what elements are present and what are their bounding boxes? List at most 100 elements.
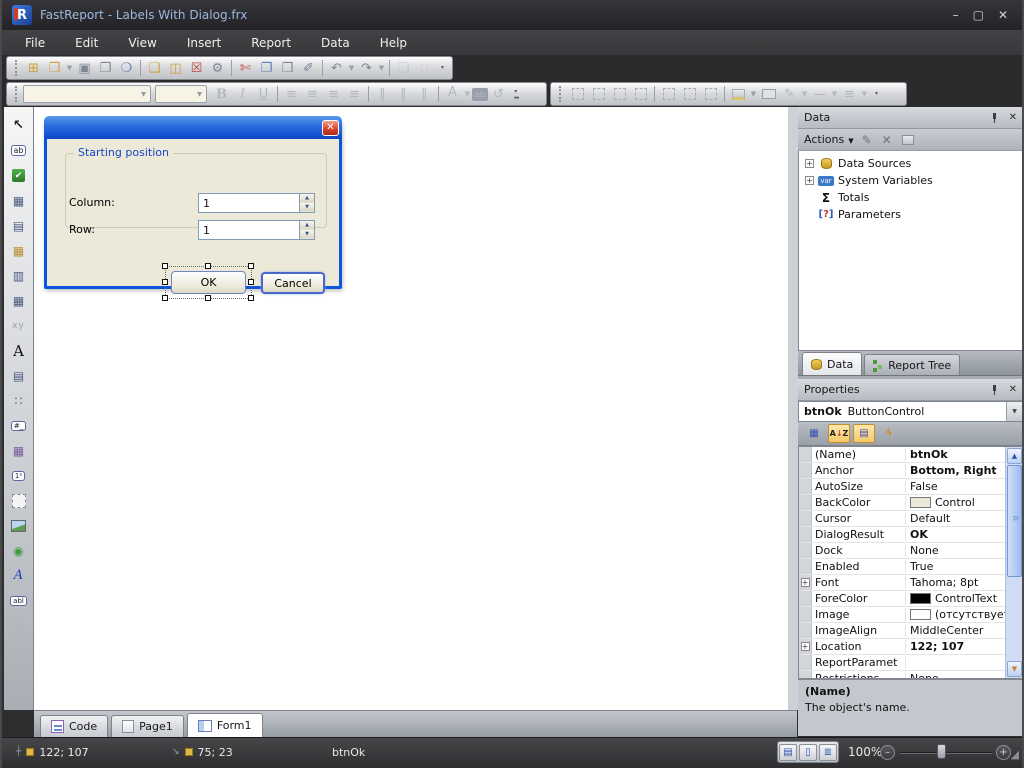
datagrid-control-tool[interactable]: ▦ [8, 238, 30, 263]
property-row-name[interactable]: (Name)btnOk [799, 447, 1022, 463]
copy-icon[interactable]: ❐ [256, 58, 277, 78]
tab-data[interactable]: Data [802, 352, 862, 375]
tab-code[interactable]: Code [40, 715, 108, 737]
property-row-imagealign[interactable]: ImageAlignMiddleCenter [799, 623, 1022, 639]
ungroup-icon[interactable]: ∷ [414, 58, 435, 78]
delete-page-icon[interactable]: ☒ [186, 58, 207, 78]
tree-item-system-variables[interactable]: +varSystem Variables [799, 172, 1022, 189]
actions-menu-button[interactable]: Actions [804, 133, 844, 146]
maskedtextbox-control-tool[interactable]: #_ [8, 413, 30, 438]
chevron-down-icon[interactable]: ▼ [860, 90, 869, 98]
spin-down-icon[interactable]: ▼ [300, 203, 314, 212]
resize-grip-icon[interactable]: ◢ [1011, 748, 1019, 761]
expand-icon[interactable]: + [801, 578, 810, 587]
row-spinner[interactable]: 1▲▼ [198, 220, 315, 240]
pin-icon[interactable] [990, 385, 999, 394]
close-icon[interactable]: ✕ [1009, 112, 1017, 123]
edit-control-tool[interactable]: abl [8, 588, 30, 613]
outline-border-icon[interactable] [658, 84, 679, 104]
tab-page1[interactable]: Page1 [111, 715, 184, 737]
tree-item-totals[interactable]: +ΣTotals [799, 189, 1022, 206]
chevron-down-icon[interactable]: ▼ [800, 90, 809, 98]
events-view-button[interactable]: ϟ [878, 424, 900, 443]
font-color-icon[interactable]: A [442, 84, 463, 104]
checkedlistbox-control-tool[interactable]: ∷ [8, 388, 30, 413]
toolbar-grip[interactable] [559, 86, 562, 102]
property-row-dock[interactable]: DockNone [799, 543, 1022, 559]
border-properties-icon[interactable] [700, 84, 721, 104]
menu-file[interactable]: File [10, 32, 60, 54]
object-selector-combo[interactable]: btnOk ButtonControl ▼ [798, 401, 1023, 422]
format-painter-icon[interactable]: ✐ [298, 58, 319, 78]
selection-handle[interactable] [162, 263, 168, 269]
canvas-scrollbar[interactable] [788, 107, 798, 710]
font-size-combo[interactable]: ▼ [155, 85, 207, 103]
spin-up-icon[interactable]: ▲ [300, 221, 314, 230]
label-control-tool[interactable]: A [8, 338, 30, 363]
alphabetical-sort-button[interactable]: A↓Z [828, 424, 850, 443]
edit-icon[interactable]: ✎ [862, 133, 872, 147]
align-left-icon[interactable]: ≡ [281, 84, 302, 104]
properties-view-button[interactable]: ▤ [853, 424, 875, 443]
pin-icon[interactable] [990, 113, 999, 122]
categorized-view-button[interactable]: ▦ [803, 424, 825, 443]
all-borders-icon[interactable] [567, 84, 588, 104]
toolbar-grip[interactable] [15, 86, 18, 102]
chevron-down-icon[interactable]: ▼ [749, 90, 758, 98]
selection-handle[interactable] [162, 295, 168, 301]
cancel-button-control[interactable]: Cancel [261, 272, 325, 294]
property-row-restrictions[interactable]: RestrictionsNone [799, 671, 1022, 679]
property-row-forecolor[interactable]: ForeColorControlText [799, 591, 1022, 607]
toolbar-grip[interactable] [15, 60, 18, 76]
zoom-out-button[interactable]: – [880, 745, 895, 760]
property-row-reportparamet[interactable]: ReportParamet [799, 655, 1022, 671]
line-width-icon[interactable]: ≡ [839, 84, 860, 104]
selection-handle[interactable] [248, 295, 254, 301]
italic-icon[interactable]: I [232, 84, 253, 104]
new-dialog-icon[interactable]: ◫ [165, 58, 186, 78]
tree-item-parameters[interactable]: +[?]Parameters [799, 206, 1022, 223]
font-name-combo[interactable]: ▼ [23, 85, 151, 103]
bottom-border-icon[interactable] [609, 84, 630, 104]
valign-top-icon[interactable]: ∥ [372, 84, 393, 104]
group-icon[interactable]: ❏ [393, 58, 414, 78]
zoom-slider-thumb[interactable] [937, 744, 946, 759]
combobox-control-tool[interactable]: ▤ [8, 213, 30, 238]
listview-control-tool[interactable]: ▤ [8, 363, 30, 388]
starting-position-groupbox[interactable]: Starting position [65, 153, 327, 228]
selection-handle[interactable] [205, 263, 211, 269]
textbox-control-tool[interactable]: ab [8, 138, 30, 163]
minimize-button[interactable]: – [953, 8, 959, 22]
chevron-down-icon[interactable]: ▼ [347, 64, 356, 72]
selection-handle[interactable] [248, 279, 254, 285]
property-row-font[interactable]: +FontTahoma; 8pt [799, 575, 1022, 591]
spinner-buttons[interactable]: ▲▼ [299, 221, 314, 239]
menu-insert[interactable]: Insert [172, 32, 236, 54]
designed-dialog-form[interactable]: ✕ Starting position Column:1▲▼Row:1▲▼ OK… [44, 119, 342, 289]
menu-data[interactable]: Data [306, 32, 365, 54]
chevron-down-icon[interactable]: ▼ [848, 137, 853, 145]
chevron-down-icon[interactable]: ▼ [193, 86, 206, 102]
property-row-cursor[interactable]: CursorDefault [799, 511, 1022, 527]
expand-icon[interactable]: + [801, 642, 810, 651]
checkbox-control-tool[interactable]: ✔ [8, 163, 30, 188]
monthcalendar-control-tool[interactable]: ▦ [8, 438, 30, 463]
view-mode-continuous-button[interactable]: ▯ [799, 744, 817, 761]
view-mode-facing-button[interactable]: ≣ [819, 744, 837, 761]
expand-icon[interactable]: + [805, 159, 814, 168]
menu-view[interactable]: View [113, 32, 171, 54]
zoom-slider-track[interactable] [900, 752, 992, 754]
numericupdown-control-tool[interactable]: 1² [8, 463, 30, 488]
selection-handle[interactable] [162, 279, 168, 285]
chevron-down-icon[interactable]: ▼ [65, 64, 74, 72]
dialog-title-bar[interactable]: ✕ [44, 116, 342, 139]
underline-icon[interactable]: U [253, 84, 274, 104]
scroll-down-icon[interactable]: ▼ [1007, 661, 1022, 677]
datetimepicker-control-tool[interactable]: ▦ [8, 288, 30, 313]
pointer-tool[interactable]: ↖ [8, 113, 30, 138]
paste-icon[interactable]: ❒ [277, 58, 298, 78]
picturebox-control-tool[interactable] [8, 513, 30, 538]
menu-report[interactable]: Report [236, 32, 306, 54]
new-report-icon[interactable]: ⊞ [23, 58, 44, 78]
align-right-icon[interactable]: ≡ [323, 84, 344, 104]
